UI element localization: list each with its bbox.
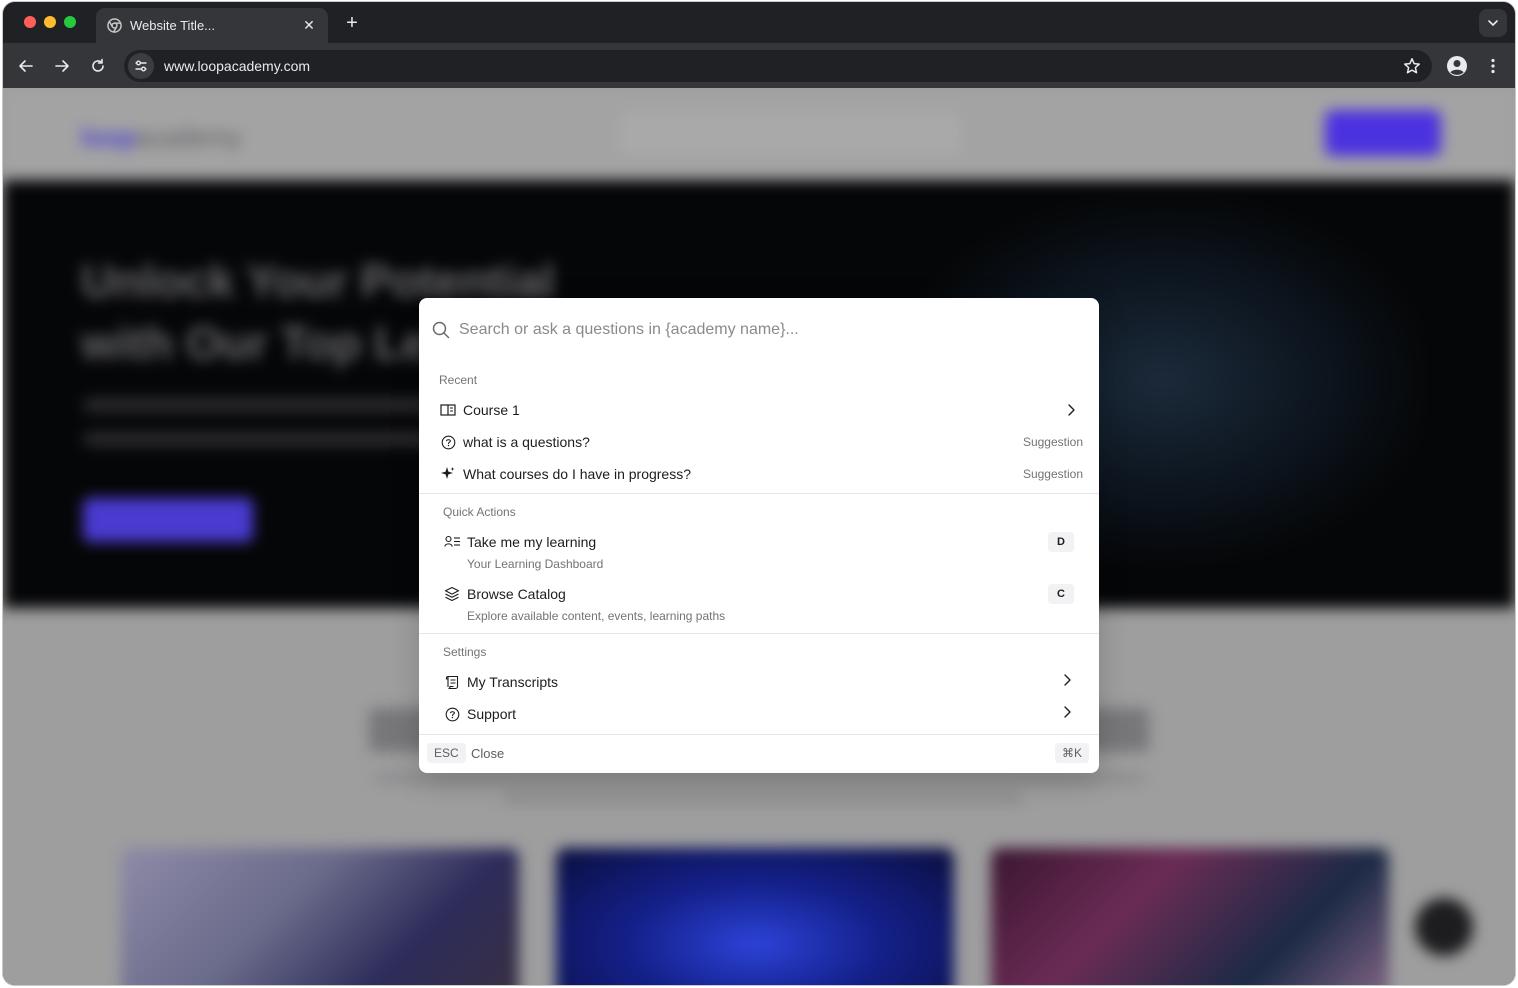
- reload-icon: [92, 58, 104, 72]
- more-menu-icon[interactable]: [1483, 54, 1503, 78]
- recent-item-label: what is a questions?: [463, 434, 590, 450]
- recent-item-course-1[interactable]: Course 1: [439, 394, 1079, 426]
- quick-action-label: Take me my learning: [467, 534, 597, 550]
- tab-search-button[interactable]: [1479, 9, 1507, 37]
- cmd-k-shortcut-hint: ⌘K: [1054, 743, 1089, 763]
- site-logo: loopacademy: [81, 122, 242, 152]
- search-icon: [431, 320, 451, 340]
- settings-item-support[interactable]: Support: [443, 698, 1079, 730]
- user-list-icon: [443, 533, 461, 551]
- new-tab-button[interactable]: +: [341, 12, 363, 34]
- settings-section-label: Settings: [443, 645, 487, 659]
- profile-avatar-icon[interactable]: [1445, 54, 1469, 78]
- quick-action-description: Your Learning Dashboard: [467, 557, 604, 571]
- suggestion-tag: Suggestion: [1022, 467, 1083, 481]
- suggestion-tag: Suggestion: [1022, 435, 1083, 449]
- course-card-image: [556, 848, 954, 985]
- hero-cta-button: [83, 498, 253, 542]
- tab-strip: Website Title... ✕ +: [3, 2, 1515, 43]
- hero-subtitle: [83, 432, 443, 446]
- settings-item-my-transcripts[interactable]: My Transcripts: [443, 666, 1079, 698]
- palette-search-bar: [419, 298, 1099, 362]
- back-button[interactable]: [14, 54, 38, 78]
- shortcut-key-c: C: [1048, 584, 1074, 604]
- palette-footer: ESC Close ⌘K: [419, 735, 1099, 773]
- tab-close-icon[interactable]: ✕: [300, 17, 318, 35]
- chevron-right-icon: [1063, 402, 1079, 418]
- tab-title: Website Title...: [130, 18, 216, 33]
- quick-actions-section-label: Quick Actions: [443, 505, 516, 519]
- section-subtitle: [375, 772, 1145, 784]
- quick-action-browse-catalog[interactable]: Browse Catalog: [443, 578, 1079, 610]
- section-subtitle: [503, 792, 1023, 804]
- course-card-image: [991, 848, 1389, 985]
- shortcut-key-d: D: [1048, 532, 1074, 552]
- reload-button[interactable]: [86, 54, 110, 78]
- quick-action-my-learning[interactable]: Take me my learning: [443, 526, 1079, 558]
- minimize-window-button[interactable]: [44, 16, 56, 28]
- chevron-down-icon: [1488, 20, 1498, 26]
- quick-action-description: Explore available content, events, learn…: [467, 609, 726, 623]
- floating-action-button: [1415, 898, 1473, 956]
- layers-icon: [443, 585, 461, 603]
- sparkle-icon: [439, 465, 457, 483]
- arrow-right-icon: [55, 60, 69, 72]
- quick-action-label: Browse Catalog: [467, 586, 566, 602]
- site-signin-button: [1325, 110, 1441, 156]
- recent-item-courses-in-progress[interactable]: What courses do I have in progress? Sugg…: [439, 458, 1083, 490]
- forward-button[interactable]: [50, 54, 74, 78]
- chrome-favicon-icon: [106, 18, 122, 34]
- bookmark-star-icon[interactable]: [1402, 56, 1422, 76]
- esc-key-hint[interactable]: ESC: [427, 743, 466, 763]
- recent-item-label: Course 1: [463, 402, 520, 418]
- command-palette: Recent Course 1 what is a questions? Sug…: [419, 298, 1099, 773]
- browser-tab[interactable]: Website Title... ✕: [96, 8, 328, 43]
- browser-toolbar: www.loopacademy.com: [3, 43, 1515, 88]
- address-bar[interactable]: www.loopacademy.com: [124, 50, 1432, 82]
- close-label[interactable]: Close: [471, 746, 504, 761]
- arrow-left-icon: [19, 60, 33, 72]
- site-settings-icon[interactable]: [128, 53, 154, 79]
- chevron-right-icon: [1059, 672, 1075, 688]
- book-icon: [439, 401, 457, 419]
- site-search-bar: [621, 114, 959, 154]
- course-card-image: [121, 848, 519, 985]
- hero-subtitle: [83, 398, 443, 412]
- url-text[interactable]: www.loopacademy.com: [164, 58, 310, 74]
- maximize-window-button[interactable]: [64, 16, 76, 28]
- site-header: loopacademy: [3, 88, 1515, 180]
- settings-item-label: My Transcripts: [467, 674, 559, 690]
- section-divider: [419, 633, 1099, 634]
- question-circle-icon: [439, 433, 457, 451]
- recent-section-label: Recent: [439, 373, 478, 387]
- question-circle-icon: [443, 705, 461, 723]
- settings-item-label: Support: [467, 706, 517, 722]
- close-window-button[interactable]: [24, 16, 36, 28]
- palette-search-input[interactable]: [459, 321, 1079, 339]
- recent-item-question[interactable]: what is a questions? Suggestion: [439, 426, 1083, 458]
- scroll-icon: [443, 673, 461, 691]
- chevron-right-icon: [1059, 704, 1075, 720]
- recent-item-label: What courses do I have in progress?: [463, 466, 692, 482]
- section-divider: [419, 493, 1099, 494]
